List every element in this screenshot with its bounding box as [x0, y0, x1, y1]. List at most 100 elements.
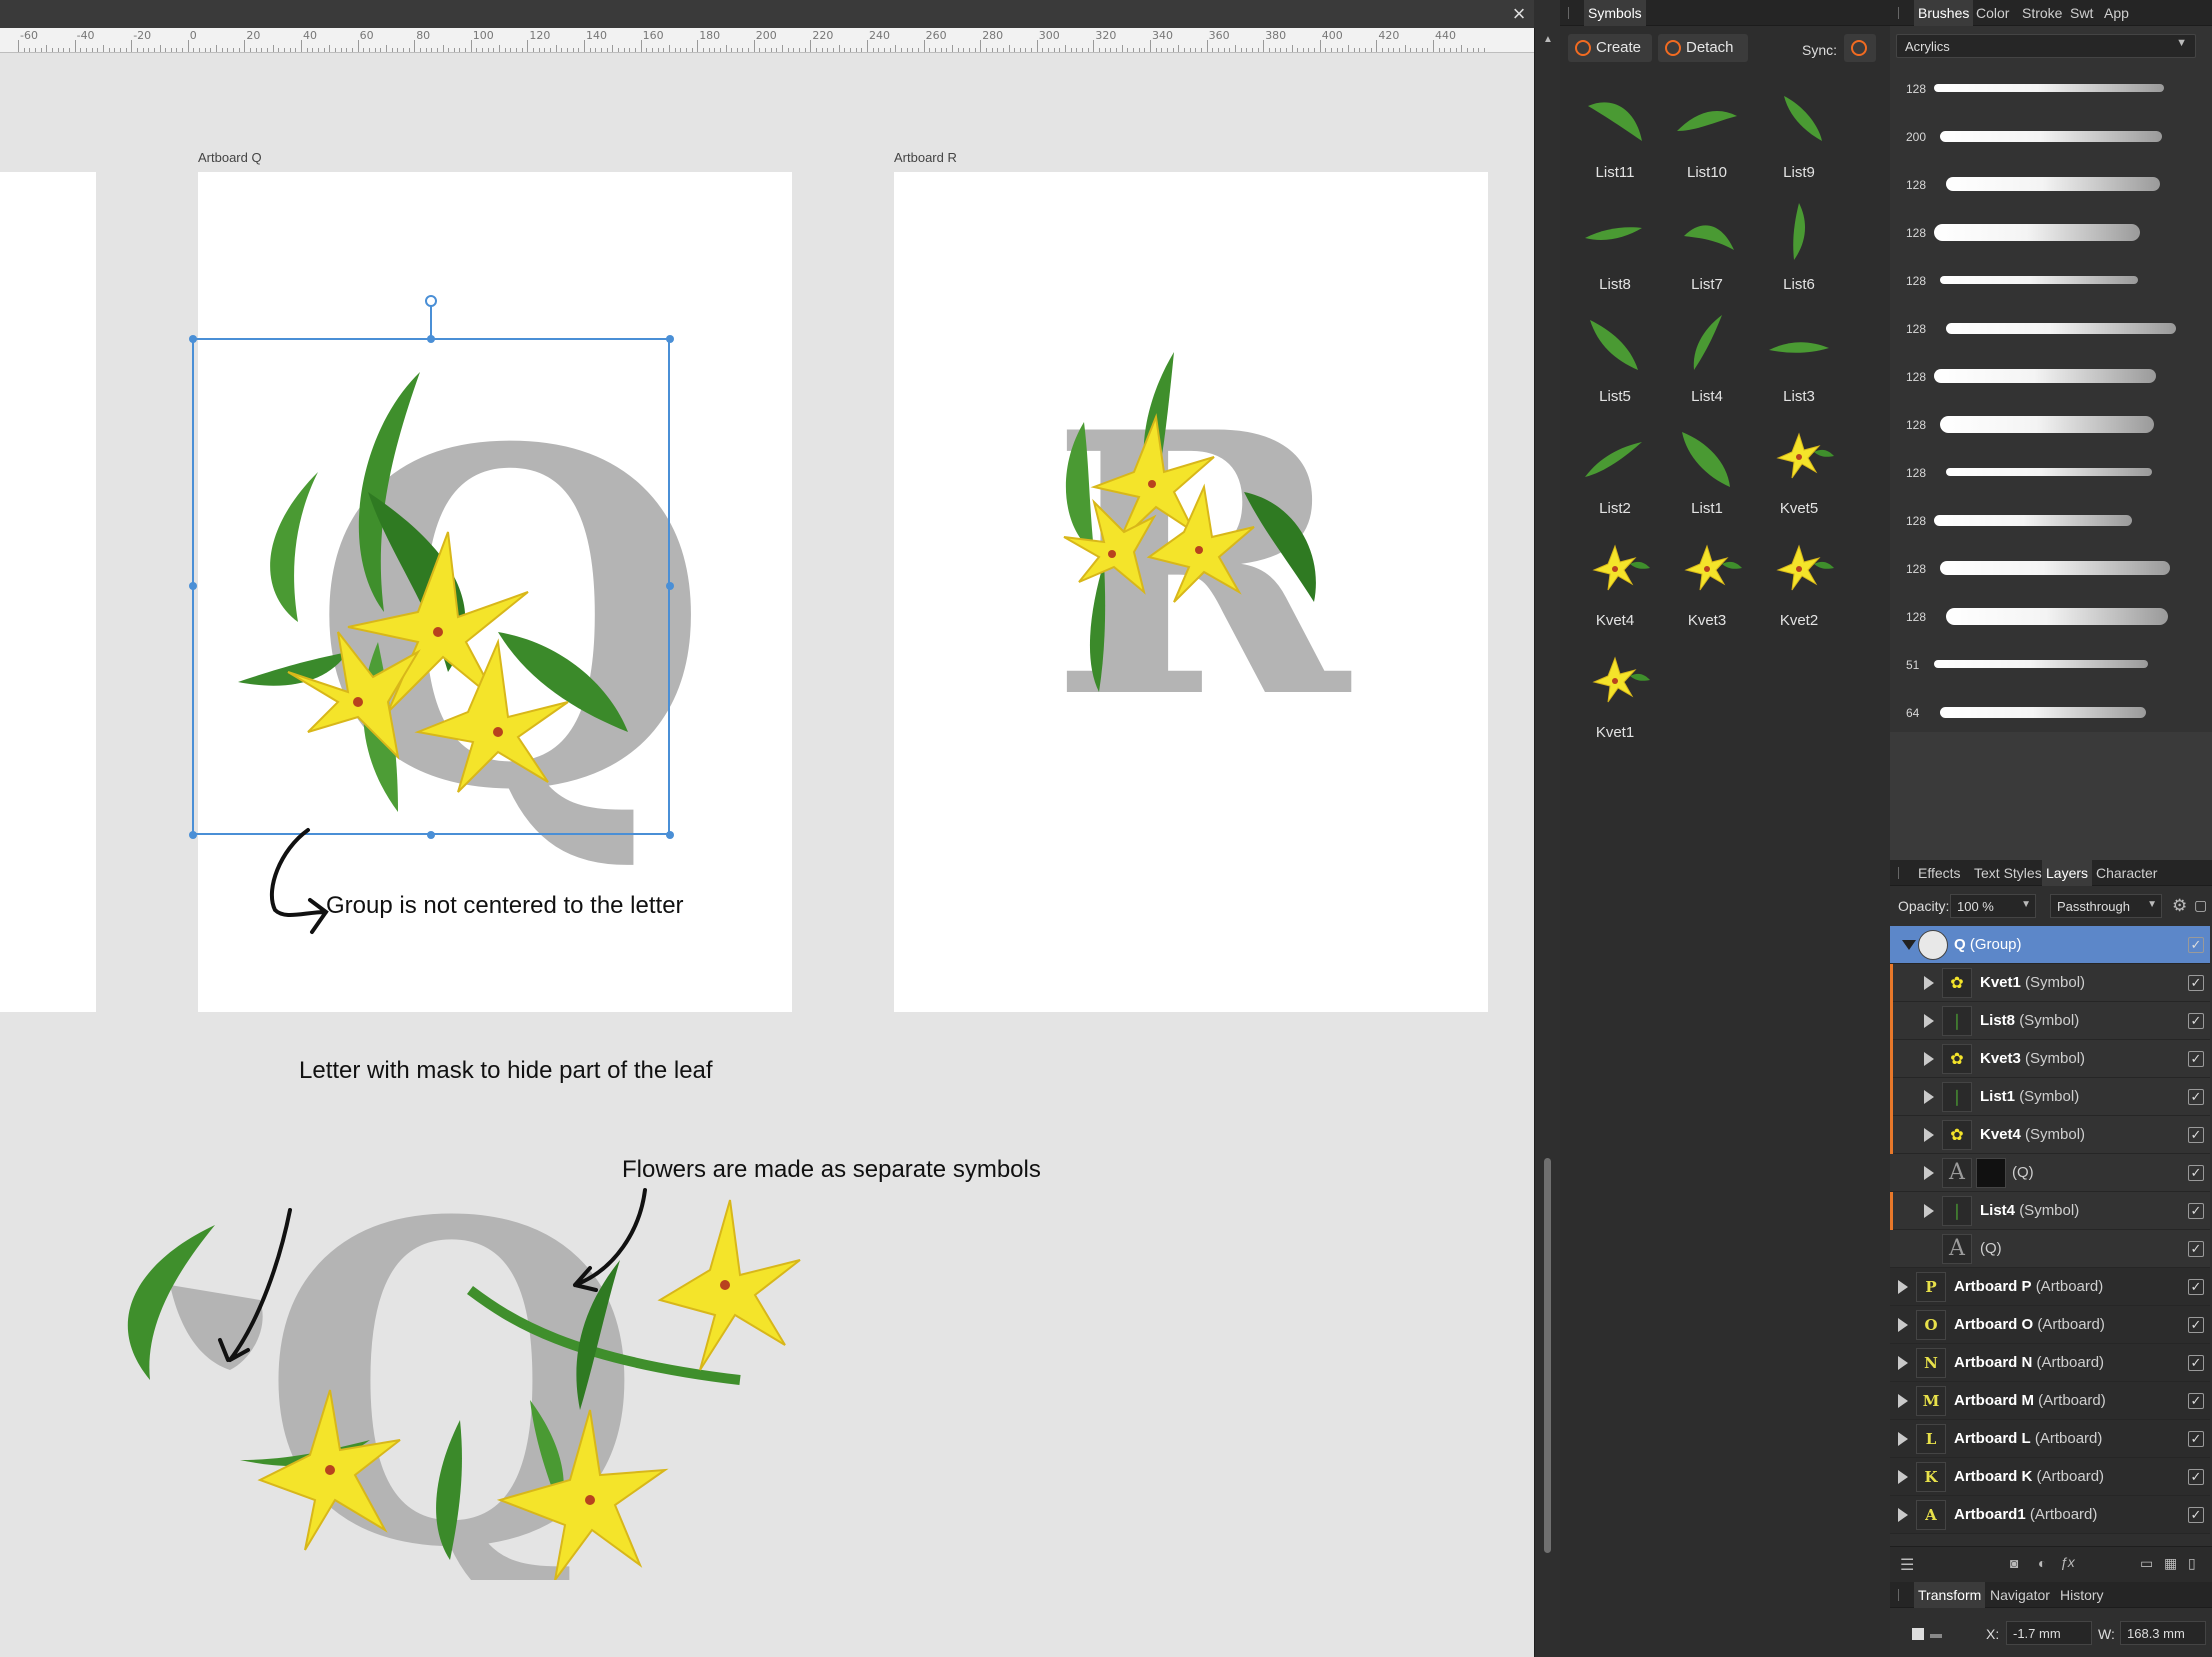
layer-row-artboard[interactable]: L Artboard L (Artboard) ✓	[1890, 1420, 2210, 1458]
w-field[interactable]: 168.3 mm	[2120, 1621, 2206, 1645]
brush-item[interactable]: 128	[1890, 210, 2210, 258]
expand-triangle-icon[interactable]	[1898, 1432, 1908, 1446]
symbol-list6[interactable]: List6	[1754, 198, 1844, 306]
layer-row-artboard[interactable]: N Artboard N (Artboard) ✓	[1890, 1344, 2210, 1382]
brush-item[interactable]: 128	[1890, 546, 2210, 594]
layer-row-artboard[interactable]: A Artboard1 (Artboard) ✓	[1890, 1496, 2210, 1534]
visibility-checkbox[interactable]: ✓	[2188, 1507, 2204, 1523]
layer-row-artboard[interactable]: O Artboard O (Artboard) ✓	[1890, 1306, 2210, 1344]
expand-triangle-icon[interactable]	[1898, 1318, 1908, 1332]
brush-item[interactable]: 200	[1890, 114, 2210, 162]
sync-toggle-button[interactable]	[1844, 34, 1876, 62]
tab-color[interactable]: Color	[1972, 0, 2013, 26]
visibility-checkbox[interactable]: ✓	[2188, 937, 2204, 953]
tab-stroke[interactable]: Stroke	[2018, 0, 2066, 26]
expand-triangle-icon[interactable]	[1898, 1394, 1908, 1408]
artboard-p-partial[interactable]	[0, 172, 96, 1012]
tab-appearance[interactable]: App	[2100, 0, 2133, 26]
tab-brushes[interactable]: Brushes	[1914, 0, 1974, 26]
symbol-list2[interactable]: List2	[1570, 422, 1660, 530]
layer-row-group-q[interactable]: Q (Group) ✓	[1890, 926, 2210, 964]
visibility-checkbox[interactable]: ✓	[2188, 1089, 2204, 1105]
visibility-checkbox[interactable]: ✓	[2188, 1393, 2204, 1409]
brush-category-select[interactable]: Acrylics ▼	[1896, 34, 2196, 58]
detach-symbol-button[interactable]: Detach	[1658, 34, 1748, 62]
x-field[interactable]: -1.7 mm	[2006, 1621, 2092, 1645]
resize-handle-mr[interactable]	[666, 582, 674, 590]
visibility-checkbox[interactable]: ✓	[2188, 1051, 2204, 1067]
pixel-layer-icon[interactable]: ▦	[2164, 1555, 2177, 1572]
expand-triangle-icon[interactable]	[1924, 1052, 1934, 1066]
rotation-handle[interactable]	[425, 295, 437, 307]
symbol-list8[interactable]: List8	[1570, 198, 1660, 306]
brush-item[interactable]: 128	[1890, 594, 2210, 642]
lock-icon[interactable]: ▢	[2194, 897, 2207, 914]
expand-triangle-icon[interactable]	[1924, 976, 1934, 990]
expand-triangle-icon[interactable]	[1898, 1280, 1908, 1294]
symbol-kvet4[interactable]: Kvet4	[1570, 534, 1660, 642]
expand-triangle-icon[interactable]	[1924, 1128, 1934, 1142]
mask-icon[interactable]: ◙	[2010, 1555, 2018, 1571]
symbol-list7[interactable]: List7	[1662, 198, 1752, 306]
tab-symbols[interactable]: Symbols	[1584, 0, 1646, 26]
symbol-list9[interactable]: List9	[1754, 86, 1844, 194]
visibility-checkbox[interactable]: ✓	[2188, 1469, 2204, 1485]
tab-swatches[interactable]: Swt	[2066, 0, 2097, 26]
resize-handle-tl[interactable]	[189, 335, 197, 343]
visibility-checkbox[interactable]: ✓	[2188, 1279, 2204, 1295]
scrollbar-thumb[interactable]	[1544, 1158, 1551, 1553]
symbol-list11[interactable]: List11	[1570, 86, 1660, 194]
opacity-select[interactable]: 100 % ▼	[1950, 894, 2036, 918]
symbol-list1[interactable]: List1	[1662, 422, 1752, 530]
panel-grip-icon[interactable]	[1898, 1589, 1899, 1601]
panel-grip-icon[interactable]	[1898, 7, 1899, 19]
visibility-checkbox[interactable]: ✓	[2188, 1431, 2204, 1447]
symbol-kvet5[interactable]: Kvet5	[1754, 422, 1844, 530]
brush-item[interactable]: 128	[1890, 498, 2210, 546]
layer-row-child[interactable]: ❘ List8 (Symbol) ✓	[1890, 1002, 2210, 1040]
symbol-list10[interactable]: List10	[1662, 86, 1752, 194]
create-symbol-button[interactable]: Create	[1568, 34, 1652, 62]
resize-handle-tc[interactable]	[427, 335, 435, 343]
symbol-kvet1[interactable]: Kvet1	[1570, 646, 1660, 754]
tab-transform[interactable]: Transform	[1914, 1582, 1986, 1608]
visibility-checkbox[interactable]: ✓	[2188, 1013, 2204, 1029]
expand-triangle-icon[interactable]	[1898, 1508, 1908, 1522]
blend-mode-select[interactable]: Passthrough ▼	[2050, 894, 2162, 918]
new-layer-icon[interactable]: ▭	[2140, 1555, 2153, 1572]
panel-grip-icon[interactable]	[1568, 7, 1569, 19]
symbol-list4[interactable]: List4	[1662, 310, 1752, 418]
layer-row-child[interactable]: ✿ Kvet1 (Symbol) ✓	[1890, 964, 2210, 1002]
panel-grip-icon[interactable]	[1898, 867, 1899, 879]
visibility-checkbox[interactable]: ✓	[2188, 1127, 2204, 1143]
layer-row-child[interactable]: A (Q) ✓	[1890, 1154, 2210, 1192]
tab-effects[interactable]: Effects	[1914, 860, 1965, 886]
brush-item[interactable]: 51	[1890, 642, 2210, 690]
anchor-grid-icon[interactable]	[1930, 1634, 1942, 1638]
layer-row-artboard[interactable]: P Artboard P (Artboard) ✓	[1890, 1268, 2210, 1306]
brush-item[interactable]: 128	[1890, 450, 2210, 498]
expand-triangle-icon[interactable]	[1924, 1090, 1934, 1104]
brush-item[interactable]: 128	[1890, 66, 2210, 114]
brush-item[interactable]: 128	[1890, 402, 2210, 450]
expand-triangle-icon[interactable]	[1924, 1204, 1934, 1218]
resize-handle-ml[interactable]	[189, 582, 197, 590]
layer-row-child[interactable]: ✿ Kvet4 (Symbol) ✓	[1890, 1116, 2210, 1154]
expand-triangle-icon[interactable]	[1924, 1014, 1934, 1028]
horizontal-ruler[interactable]: -60 -40 -20 0 20 40 60 80 100 120 140 160 180 200 220 2…	[0, 28, 1534, 53]
expand-triangle-icon[interactable]	[1898, 1356, 1908, 1370]
symbol-list3[interactable]: List3	[1754, 310, 1844, 418]
resize-handle-tr[interactable]	[666, 335, 674, 343]
selection-bounding-box[interactable]	[192, 338, 670, 835]
layer-row-child[interactable]: A (Q) ✓	[1890, 1230, 2210, 1268]
layer-row-child[interactable]: ❘ List4 (Symbol) ✓	[1890, 1192, 2210, 1230]
resize-handle-bc[interactable]	[427, 831, 435, 839]
scroll-up-icon[interactable]: ▲	[1543, 34, 1553, 45]
document-canvas[interactable]: × -60 -40 -20 0 20 40 60 80 100 120 140 160 180 200 22…	[0, 0, 1534, 1657]
tab-character[interactable]: Character	[2092, 860, 2161, 886]
layer-row-child[interactable]: ❘ List1 (Symbol) ✓	[1890, 1078, 2210, 1116]
expand-triangle-icon[interactable]	[1898, 1470, 1908, 1484]
collapse-triangle-icon[interactable]	[1902, 940, 1916, 950]
layer-row-artboard[interactable]: K Artboard K (Artboard) ✓	[1890, 1458, 2210, 1496]
visibility-checkbox[interactable]: ✓	[2188, 1165, 2204, 1181]
